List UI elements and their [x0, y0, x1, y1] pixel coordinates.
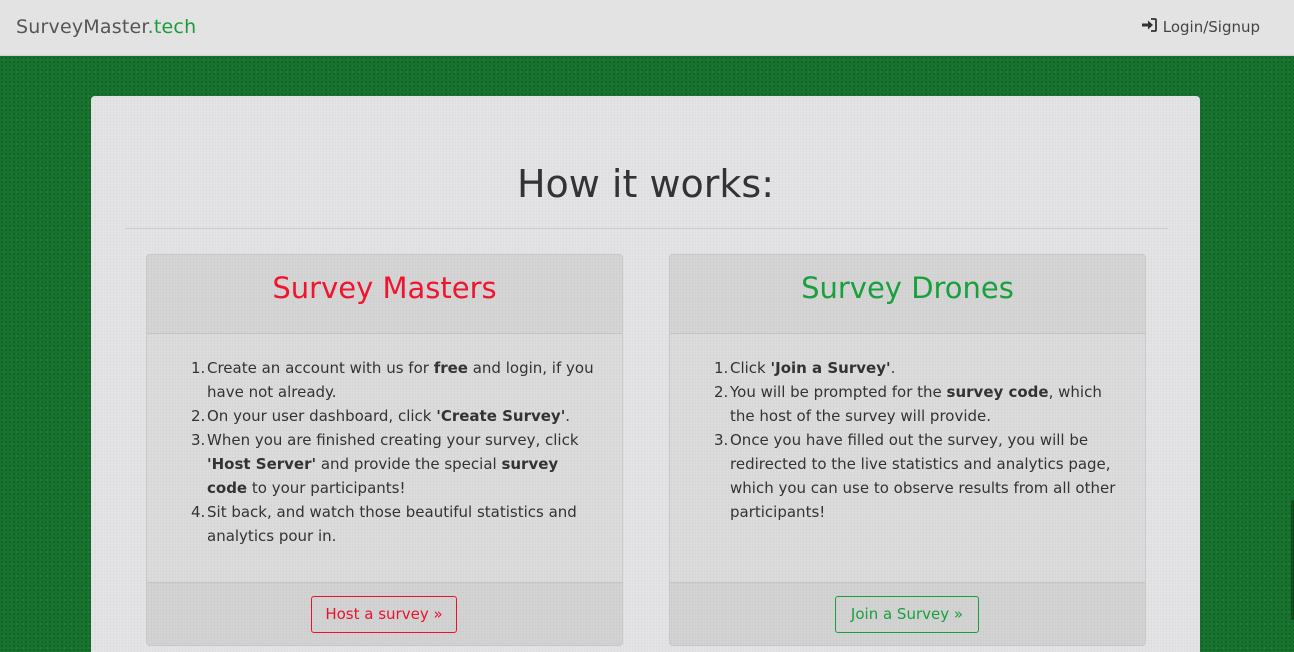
- login-signup-link[interactable]: Login/Signup: [1141, 18, 1260, 36]
- brand-logo[interactable]: SurveyMaster.tech: [16, 16, 196, 38]
- brand-accent: .tech: [147, 16, 197, 38]
- step-text: Click: [730, 359, 771, 377]
- survey-drones-footer: Join a Survey »: [670, 582, 1145, 645]
- login-signup-label: Login/Signup: [1162, 18, 1260, 36]
- step-text: .: [890, 359, 896, 377]
- step-item: 2. You will be prompted for the survey co…: [714, 380, 1125, 428]
- survey-drones-body: 1. Click 'Join a Survey'. 2. You will be pr…: [670, 335, 1145, 524]
- step-emphasis: free: [433, 359, 468, 377]
- step-text: and provide the special: [316, 455, 502, 473]
- step-item: 3. Once you have filled out the survey, y…: [714, 428, 1125, 524]
- step-item: 2. On your user dashboard, click 'Create …: [191, 404, 602, 428]
- survey-masters-title: Survey Masters: [147, 255, 622, 334]
- survey-masters-footer: Host a survey »: [147, 582, 622, 645]
- step-number: 3.: [714, 431, 729, 449]
- step-text: Sit back, and watch those beautiful stat…: [207, 503, 577, 545]
- step-emphasis: 'Create Survey': [436, 407, 566, 425]
- step-text: to your participants!: [247, 479, 406, 497]
- step-number: 3.: [191, 431, 206, 449]
- step-item: 3. When you are finished creating your su…: [191, 428, 602, 500]
- step-text: .: [565, 407, 571, 425]
- survey-drones-steps: 1. Click 'Join a Survey'. 2. You will be pr…: [714, 356, 1125, 524]
- step-text: You will be prompted for the: [730, 383, 947, 401]
- step-text: When you are finished creating your surv…: [207, 431, 579, 449]
- step-emphasis: 'Host Server': [207, 455, 317, 473]
- how-it-works-panel: How it works: Survey Masters 1. Create an…: [91, 96, 1200, 652]
- survey-drones-card: Survey Drones 1. Click 'Join a Survey'. 2.…: [669, 254, 1146, 646]
- navbar: SurveyMaster.tech Login/Signup: [0, 0, 1294, 56]
- step-number: 4.: [191, 503, 206, 521]
- step-text: Create an account with us for: [207, 359, 434, 377]
- brand-main: SurveyMaster: [16, 16, 148, 38]
- step-emphasis: survey code: [946, 383, 1049, 401]
- survey-masters-card: Survey Masters 1. Create an account with …: [146, 254, 623, 646]
- join-survey-button[interactable]: Join a Survey »: [835, 596, 979, 633]
- divider: [125, 228, 1168, 229]
- step-item: 4. Sit back, and watch those beautiful st…: [191, 500, 602, 548]
- page-title: How it works:: [516, 162, 775, 206]
- step-text: Once you have filled out the survey, you…: [730, 431, 1116, 521]
- host-survey-button[interactable]: Host a survey »: [311, 596, 457, 633]
- survey-masters-body: 1. Create an account with us for free and…: [147, 335, 622, 548]
- step-number: 2.: [714, 383, 729, 401]
- sign-in-icon: [1141, 18, 1157, 36]
- step-emphasis: 'Join a Survey': [770, 359, 891, 377]
- step-number: 2.: [191, 407, 206, 425]
- step-number: 1.: [714, 359, 729, 377]
- step-text: On your user dashboard, click: [207, 407, 437, 425]
- survey-masters-steps: 1. Create an account with us for free and…: [191, 356, 602, 548]
- survey-drones-title: Survey Drones: [670, 255, 1145, 334]
- step-number: 1.: [191, 359, 206, 377]
- step-item: 1. Click 'Join a Survey'.: [714, 356, 1125, 380]
- step-item: 1. Create an account with us for free and…: [191, 356, 602, 404]
